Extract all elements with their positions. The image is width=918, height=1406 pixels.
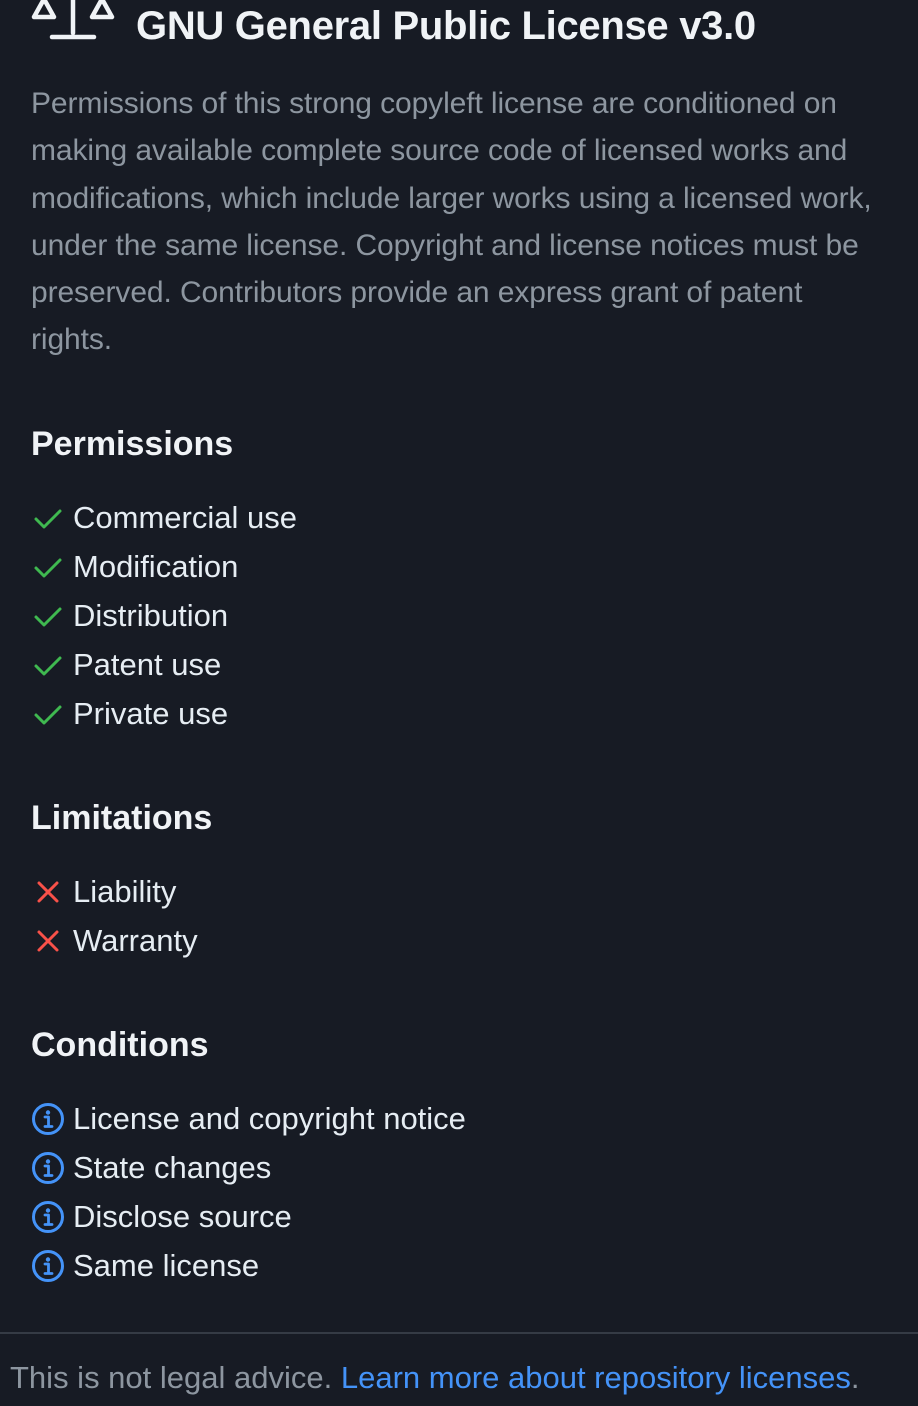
law-icon: [31, 0, 115, 40]
limitation-item: Liability: [31, 867, 198, 916]
permissions-heading: Permissions: [31, 425, 234, 463]
info-icon: [32, 1102, 64, 1135]
check-icon: [34, 558, 62, 577]
legal-footer: This is not legal advice. Learn more abo…: [10, 1356, 860, 1400]
footer-trailing: .: [850, 1360, 860, 1395]
info-icon: [32, 1200, 64, 1233]
limitations-heading: Limitations: [31, 799, 213, 837]
permission-label: Modification: [73, 548, 239, 584]
footer-text: This is not legal advice.: [10, 1360, 333, 1395]
check-icon: [34, 509, 62, 528]
condition-item: Disclose source: [31, 1192, 466, 1241]
condition-item: License and copyright notice: [31, 1094, 466, 1143]
conditions-list: License and copyright notice State chang…: [31, 1094, 466, 1290]
check-icon: [34, 607, 62, 626]
permission-item: Commercial use: [31, 493, 297, 542]
condition-label: Same license: [73, 1247, 260, 1283]
permission-label: Distribution: [73, 597, 229, 633]
license-description: Permissions of this strong copyleft lice…: [31, 87, 872, 357]
permission-item: Private use: [31, 689, 297, 738]
limitation-label: Liability: [73, 873, 177, 909]
permissions-list: Commercial use Modification Distribution…: [31, 493, 297, 738]
info-icon: [32, 1249, 64, 1282]
check-icon: [34, 656, 62, 675]
limitation-item: Warranty: [31, 916, 198, 965]
limitations-list: Liability Warranty: [31, 867, 198, 965]
license-title: GNU General Public License v3.0: [136, 3, 756, 48]
limitation-label: Warranty: [73, 922, 198, 958]
permission-item: Distribution: [31, 591, 297, 640]
condition-item: Same license: [31, 1241, 466, 1290]
x-icon: [37, 881, 59, 902]
footer-divider: [0, 1332, 918, 1334]
permission-item: Modification: [31, 542, 297, 591]
condition-label: Disclose source: [73, 1198, 292, 1234]
conditions-heading: Conditions: [31, 1026, 209, 1064]
info-icon: [32, 1151, 64, 1184]
learn-more-link[interactable]: Learn more about repository licenses: [341, 1360, 851, 1395]
permission-label: Private use: [73, 695, 229, 731]
license-header: GNU General Public License v3.0: [30, 0, 898, 56]
condition-label: License and copyright notice: [73, 1100, 466, 1136]
condition-item: State changes: [31, 1143, 466, 1192]
permission-label: Patent use: [73, 646, 222, 682]
permission-label: Commercial use: [73, 499, 297, 535]
condition-label: State changes: [73, 1149, 272, 1185]
check-icon: [34, 705, 62, 724]
x-icon: [37, 930, 59, 951]
permission-item: Patent use: [31, 640, 297, 689]
